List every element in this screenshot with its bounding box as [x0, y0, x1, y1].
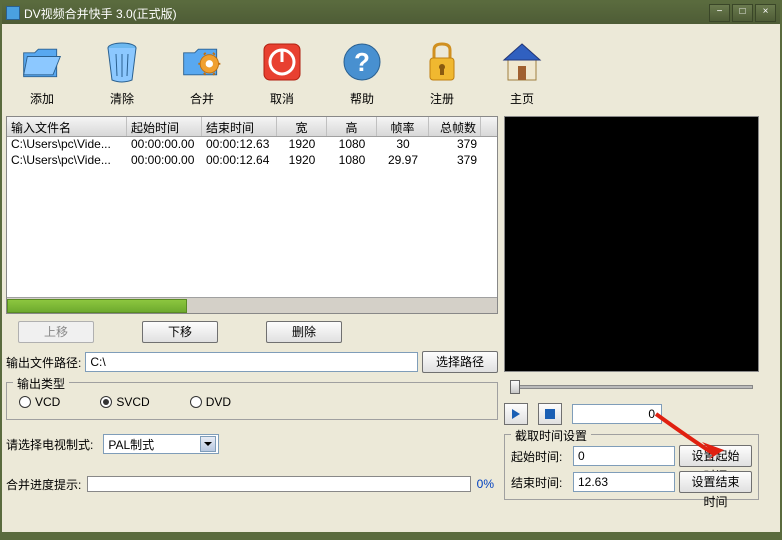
set-start-button[interactable]: 设置起始时间	[679, 445, 752, 467]
end-time-input[interactable]	[573, 472, 675, 492]
seek-track	[510, 385, 753, 389]
output-type-legend: 输出类型	[13, 375, 69, 392]
window-title: DV视频合并快手 3.0(正式版)	[24, 5, 709, 22]
cell: C:\Users\pc\Vide...	[7, 137, 127, 153]
cell: 00:00:00.00	[127, 153, 202, 169]
file-list: 输入文件名 起始时间 结束时间 宽 高 帧率 总帧数 C:\Users\pc\V…	[6, 116, 498, 314]
table-row[interactable]: C:\Users\pc\Vide...00:00:00.0000:00:12.6…	[7, 137, 497, 153]
scrollbar-thumb[interactable]	[7, 299, 187, 313]
browse-button[interactable]: 选择路径	[422, 351, 498, 373]
table-row[interactable]: C:\Users\pc\Vide...00:00:00.0000:00:12.6…	[7, 153, 497, 169]
cell: 1920	[277, 153, 327, 169]
col-end[interactable]: 结束时间	[202, 117, 277, 136]
progress-bar	[87, 476, 470, 492]
cell: 00:00:00.00	[127, 137, 202, 153]
add-label: 添加	[30, 90, 54, 107]
home-label: 主页	[510, 90, 534, 107]
add-button[interactable]: 添加	[14, 38, 70, 107]
cell: 379	[429, 137, 481, 153]
col-fps[interactable]: 帧率	[377, 117, 429, 136]
set-end-button[interactable]: 设置结束时间	[679, 471, 752, 493]
progress-percent: 0%	[477, 477, 498, 491]
svcd-radio[interactable]: SVCD	[100, 395, 149, 409]
svg-text:?: ?	[354, 47, 370, 77]
video-preview	[504, 116, 759, 372]
delete-button[interactable]: 删除	[266, 321, 342, 343]
file-list-body[interactable]: C:\Users\pc\Vide...00:00:00.0000:00:12.6…	[7, 137, 497, 297]
help-icon: ?	[338, 38, 386, 86]
vcd-radio[interactable]: VCD	[19, 395, 60, 409]
cell: 29.97	[377, 153, 429, 169]
titlebar: DV视频合并快手 3.0(正式版) − □ ×	[2, 2, 780, 24]
minimize-button[interactable]: −	[709, 4, 730, 22]
output-path-input[interactable]	[85, 352, 418, 372]
tv-system-select[interactable]: PAL制式	[103, 434, 219, 454]
help-button[interactable]: ? 帮助	[334, 38, 390, 107]
move-up-button[interactable]: 上移	[18, 321, 94, 343]
col-width[interactable]: 宽	[277, 117, 327, 136]
start-time-input[interactable]	[573, 446, 675, 466]
gear-folder-icon	[178, 38, 226, 86]
col-frames[interactable]: 总帧数	[429, 117, 481, 136]
cell: 1920	[277, 137, 327, 153]
help-label: 帮助	[350, 90, 374, 107]
stop-button[interactable]	[538, 403, 562, 425]
stop-square-icon	[545, 409, 555, 419]
file-list-header: 输入文件名 起始时间 结束时间 宽 高 帧率 总帧数	[7, 117, 497, 137]
tv-system-value: PAL制式	[108, 436, 154, 453]
tv-system-label: 请选择电视制式:	[6, 436, 93, 453]
horizontal-scrollbar[interactable]	[7, 297, 497, 313]
end-time-label: 结束时间:	[511, 474, 569, 491]
stop-icon	[258, 38, 306, 86]
seek-bar[interactable]	[504, 378, 759, 396]
clear-label: 清除	[110, 90, 134, 107]
play-icon	[512, 409, 520, 419]
col-height[interactable]: 高	[327, 117, 377, 136]
folder-open-icon	[18, 38, 66, 86]
toolbar: 添加 清除 合并 取消 ?	[6, 28, 776, 116]
col-start[interactable]: 起始时间	[127, 117, 202, 136]
home-icon	[498, 38, 546, 86]
cell: 379	[429, 153, 481, 169]
cancel-label: 取消	[270, 90, 294, 107]
dvd-radio[interactable]: DVD	[190, 395, 231, 409]
play-button[interactable]	[504, 403, 528, 425]
output-path-label: 输出文件路径:	[6, 354, 81, 371]
lock-icon	[418, 38, 466, 86]
cancel-button[interactable]: 取消	[254, 38, 310, 107]
cell: 1080	[327, 153, 377, 169]
start-time-label: 起始时间:	[511, 448, 569, 465]
move-down-button[interactable]: 下移	[142, 321, 218, 343]
cell: 00:00:12.64	[202, 153, 277, 169]
svcd-label: SVCD	[116, 395, 149, 409]
app-icon	[6, 6, 20, 20]
progress-label: 合并进度提示:	[6, 476, 81, 493]
dvd-label: DVD	[206, 395, 231, 409]
seek-thumb[interactable]	[510, 380, 520, 394]
col-path[interactable]: 输入文件名	[7, 117, 127, 136]
output-type-fieldset: 输出类型 VCD SVCD DVD	[6, 382, 498, 420]
cell: C:\Users\pc\Vide...	[7, 153, 127, 169]
vcd-label: VCD	[35, 395, 60, 409]
merge-button[interactable]: 合并	[174, 38, 230, 107]
clear-button[interactable]: 清除	[94, 38, 150, 107]
radio-icon	[19, 396, 31, 408]
capture-fieldset: 截取时间设置 起始时间: 设置起始时间 结束时间: 设置结束时间	[504, 434, 759, 500]
radio-icon	[100, 396, 112, 408]
cell: 1080	[327, 137, 377, 153]
close-button[interactable]: ×	[755, 4, 776, 22]
merge-label: 合并	[190, 90, 214, 107]
cell: 00:00:12.63	[202, 137, 277, 153]
home-button[interactable]: 主页	[494, 38, 550, 107]
maximize-button[interactable]: □	[732, 4, 753, 22]
capture-legend: 截取时间设置	[511, 427, 591, 444]
cell: 30	[377, 137, 429, 153]
frame-counter: 0	[572, 404, 662, 424]
trash-icon	[98, 38, 146, 86]
chevron-down-icon	[200, 436, 216, 452]
radio-icon	[190, 396, 202, 408]
register-label: 注册	[430, 90, 454, 107]
register-button[interactable]: 注册	[414, 38, 470, 107]
